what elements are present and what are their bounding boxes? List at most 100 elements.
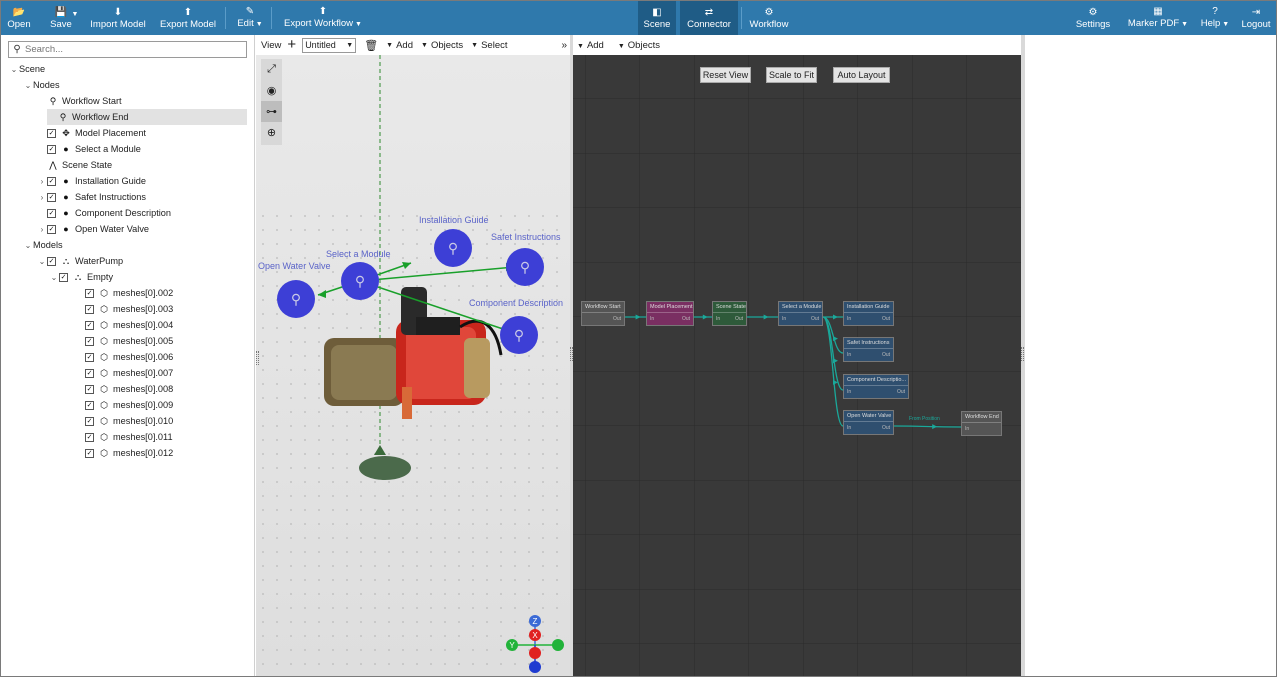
reset-view-button[interactable]: Reset View	[700, 67, 751, 83]
chevron-right-icon[interactable]: ›	[37, 177, 47, 186]
chevron-down-icon[interactable]: ⌄	[23, 81, 33, 90]
workflow-node[interactable]: Component Descriptio... In Out	[843, 374, 909, 399]
location-marker[interactable]: ⚲	[341, 262, 379, 300]
auto-layout-button[interactable]: Auto Layout	[833, 67, 890, 83]
tree-item[interactable]: ⋀ Scene State	[1, 157, 255, 173]
tree-item[interactable]: ✓ ● Select a Module	[1, 141, 255, 157]
open-button[interactable]: 📂 Open	[5, 1, 33, 35]
connector-edge[interactable]	[822, 316, 844, 391]
workflow-node[interactable]: Model Placement In Out	[646, 301, 694, 326]
visibility-checkbox[interactable]: ✓	[59, 272, 68, 282]
axis-gizmo[interactable]: Z X Y	[500, 611, 570, 677]
visibility-checkbox[interactable]: ✓	[85, 416, 94, 426]
chevron-right-icon[interactable]: ›	[37, 225, 47, 234]
connector-canvas[interactable]: Reset View Scale to Fit Auto Layout Work…	[573, 55, 1021, 676]
visibility-checkbox[interactable]: ✓	[85, 320, 94, 330]
node-input-port[interactable]: In	[847, 316, 851, 322]
tree-item[interactable]: › ✓ ● Safet Instructions	[1, 189, 255, 205]
visibility-checkbox[interactable]: ✓	[47, 256, 56, 266]
resize-grip[interactable]	[1021, 347, 1024, 361]
connector-link-icon[interactable]: ⊶	[261, 101, 282, 122]
workflow-node[interactable]: Workflow Start Out	[581, 301, 625, 326]
export-workflow-menu[interactable]: ⬆ Export Workflow ▼	[279, 1, 367, 35]
chevron-right-icon[interactable]: ›	[37, 193, 47, 202]
connector-objects-menu[interactable]: ▼ Objects	[614, 40, 660, 51]
plus-icon[interactable]: +	[287, 37, 296, 52]
node-output-port[interactable]: Out	[613, 316, 621, 322]
visibility-checkbox[interactable]: ✓	[85, 336, 94, 346]
tree-item[interactable]: ✓ ✥ Model Placement	[1, 125, 255, 141]
tree-item[interactable]: ✓ ⬡ meshes[0].007	[1, 365, 255, 381]
chevron-down-icon[interactable]: ⌄	[37, 257, 47, 266]
node-output-port[interactable]: Out	[897, 389, 905, 395]
resize-grip[interactable]	[256, 351, 259, 365]
logout-button[interactable]: ⇥ Logout	[1237, 1, 1275, 35]
node-input-port[interactable]: In	[847, 425, 851, 431]
tab-scene[interactable]: ◧ Scene	[638, 1, 676, 35]
move-gizmo-icon[interactable]: ⊕	[261, 122, 282, 143]
marker-pdf-menu[interactable]: ▦ Marker PDF ▼	[1125, 1, 1191, 35]
eye-icon[interactable]: ◉	[261, 80, 282, 101]
tree-item[interactable]: ⚲ Workflow End	[47, 109, 247, 125]
visibility-checkbox[interactable]: ✓	[47, 144, 56, 154]
export-model-button[interactable]: ⬆ Export Model	[157, 1, 219, 35]
node-output-port[interactable]: Out	[682, 316, 690, 322]
workflow-node[interactable]: Open Water Valve In Out	[843, 410, 894, 435]
connector-edge[interactable]	[893, 425, 962, 428]
tree-item[interactable]: ✓ ⬡ meshes[0].010	[1, 413, 255, 429]
tree-item[interactable]: ✓ ⬡ meshes[0].012	[1, 445, 255, 461]
edit-menu[interactable]: ✎ Edit ▼	[233, 1, 267, 35]
expand-icon[interactable]: ⤢	[261, 59, 282, 80]
node-input-port[interactable]: In	[965, 426, 969, 432]
select-menu[interactable]: ▼ Select	[469, 40, 507, 51]
search-input[interactable]	[25, 44, 240, 55]
visibility-checkbox[interactable]: ✓	[47, 208, 56, 218]
node-output-port[interactable]: Out	[811, 316, 819, 322]
import-model-button[interactable]: ⬇ Import Model	[87, 1, 149, 35]
chevron-down-icon[interactable]: ⌄	[49, 273, 59, 282]
location-marker[interactable]: ⚲	[434, 229, 472, 267]
node-input-port[interactable]: In	[650, 316, 654, 322]
add-menu[interactable]: ▼ Add	[384, 40, 413, 51]
tree-item[interactable]: ⌄ Scene	[1, 61, 255, 77]
workflow-node[interactable]: Scene State In Out	[712, 301, 747, 326]
tree-item[interactable]: ✓ ⬡ meshes[0].009	[1, 397, 255, 413]
connector-add-menu[interactable]: ▼ Add	[573, 40, 604, 51]
tree-item[interactable]: ✓ ⬡ meshes[0].004	[1, 317, 255, 333]
visibility-checkbox[interactable]: ✓	[85, 400, 94, 410]
visibility-checkbox[interactable]: ✓	[85, 304, 94, 314]
search-box[interactable]: ⚲	[8, 41, 247, 58]
tree-item[interactable]: ✓ ⬡ meshes[0].011	[1, 429, 255, 445]
overflow-chevron[interactable]: »	[561, 40, 567, 51]
document-select[interactable]: Untitled ▼	[302, 37, 357, 53]
visibility-checkbox[interactable]: ✓	[85, 368, 94, 378]
tree-item[interactable]: ⚲ Workflow Start	[1, 93, 255, 109]
tree-item[interactable]: ⌄ Models	[1, 237, 255, 253]
node-input-port[interactable]: In	[847, 352, 851, 358]
help-menu[interactable]: ? Help ▼	[1197, 1, 1233, 35]
visibility-checkbox[interactable]: ✓	[47, 192, 56, 202]
node-input-port[interactable]: In	[847, 389, 851, 395]
tree-item[interactable]: ✓ ⬡ meshes[0].002	[1, 285, 255, 301]
tree-item[interactable]: ✓ ⬡ meshes[0].003	[1, 301, 255, 317]
node-output-port[interactable]: Out	[882, 425, 890, 431]
view-menu[interactable]: View	[261, 40, 281, 51]
workflow-node[interactable]: Safet Instructions In Out	[843, 337, 894, 362]
trash-icon[interactable]: 🗑	[364, 39, 378, 52]
objects-menu[interactable]: ▼ Objects	[419, 40, 463, 51]
visibility-checkbox[interactable]: ✓	[85, 352, 94, 362]
tree-item[interactable]: ⌄ ✓ ⛬ Empty	[1, 269, 255, 285]
3d-viewport[interactable]: Installation Guide ⚲ Select a Module ⚲ Safet…	[256, 55, 570, 677]
visibility-checkbox[interactable]: ✓	[85, 288, 94, 298]
visibility-checkbox[interactable]: ✓	[47, 224, 56, 234]
tree-item[interactable]: › ✓ ● Installation Guide	[1, 173, 255, 189]
tree-item[interactable]: ✓ ⬡ meshes[0].005	[1, 333, 255, 349]
save-dropdown-caret[interactable]: ▼	[69, 1, 79, 31]
chevron-down-icon[interactable]: ⌄	[9, 65, 19, 74]
chevron-down-icon[interactable]: ⌄	[23, 241, 33, 250]
workflow-node[interactable]: Installation Guide In Out	[843, 301, 894, 326]
node-output-port[interactable]: Out	[882, 352, 890, 358]
visibility-checkbox[interactable]: ✓	[47, 128, 56, 138]
visibility-checkbox[interactable]: ✓	[85, 384, 94, 394]
tree-item[interactable]: › ✓ ● Open Water Valve	[1, 221, 255, 237]
